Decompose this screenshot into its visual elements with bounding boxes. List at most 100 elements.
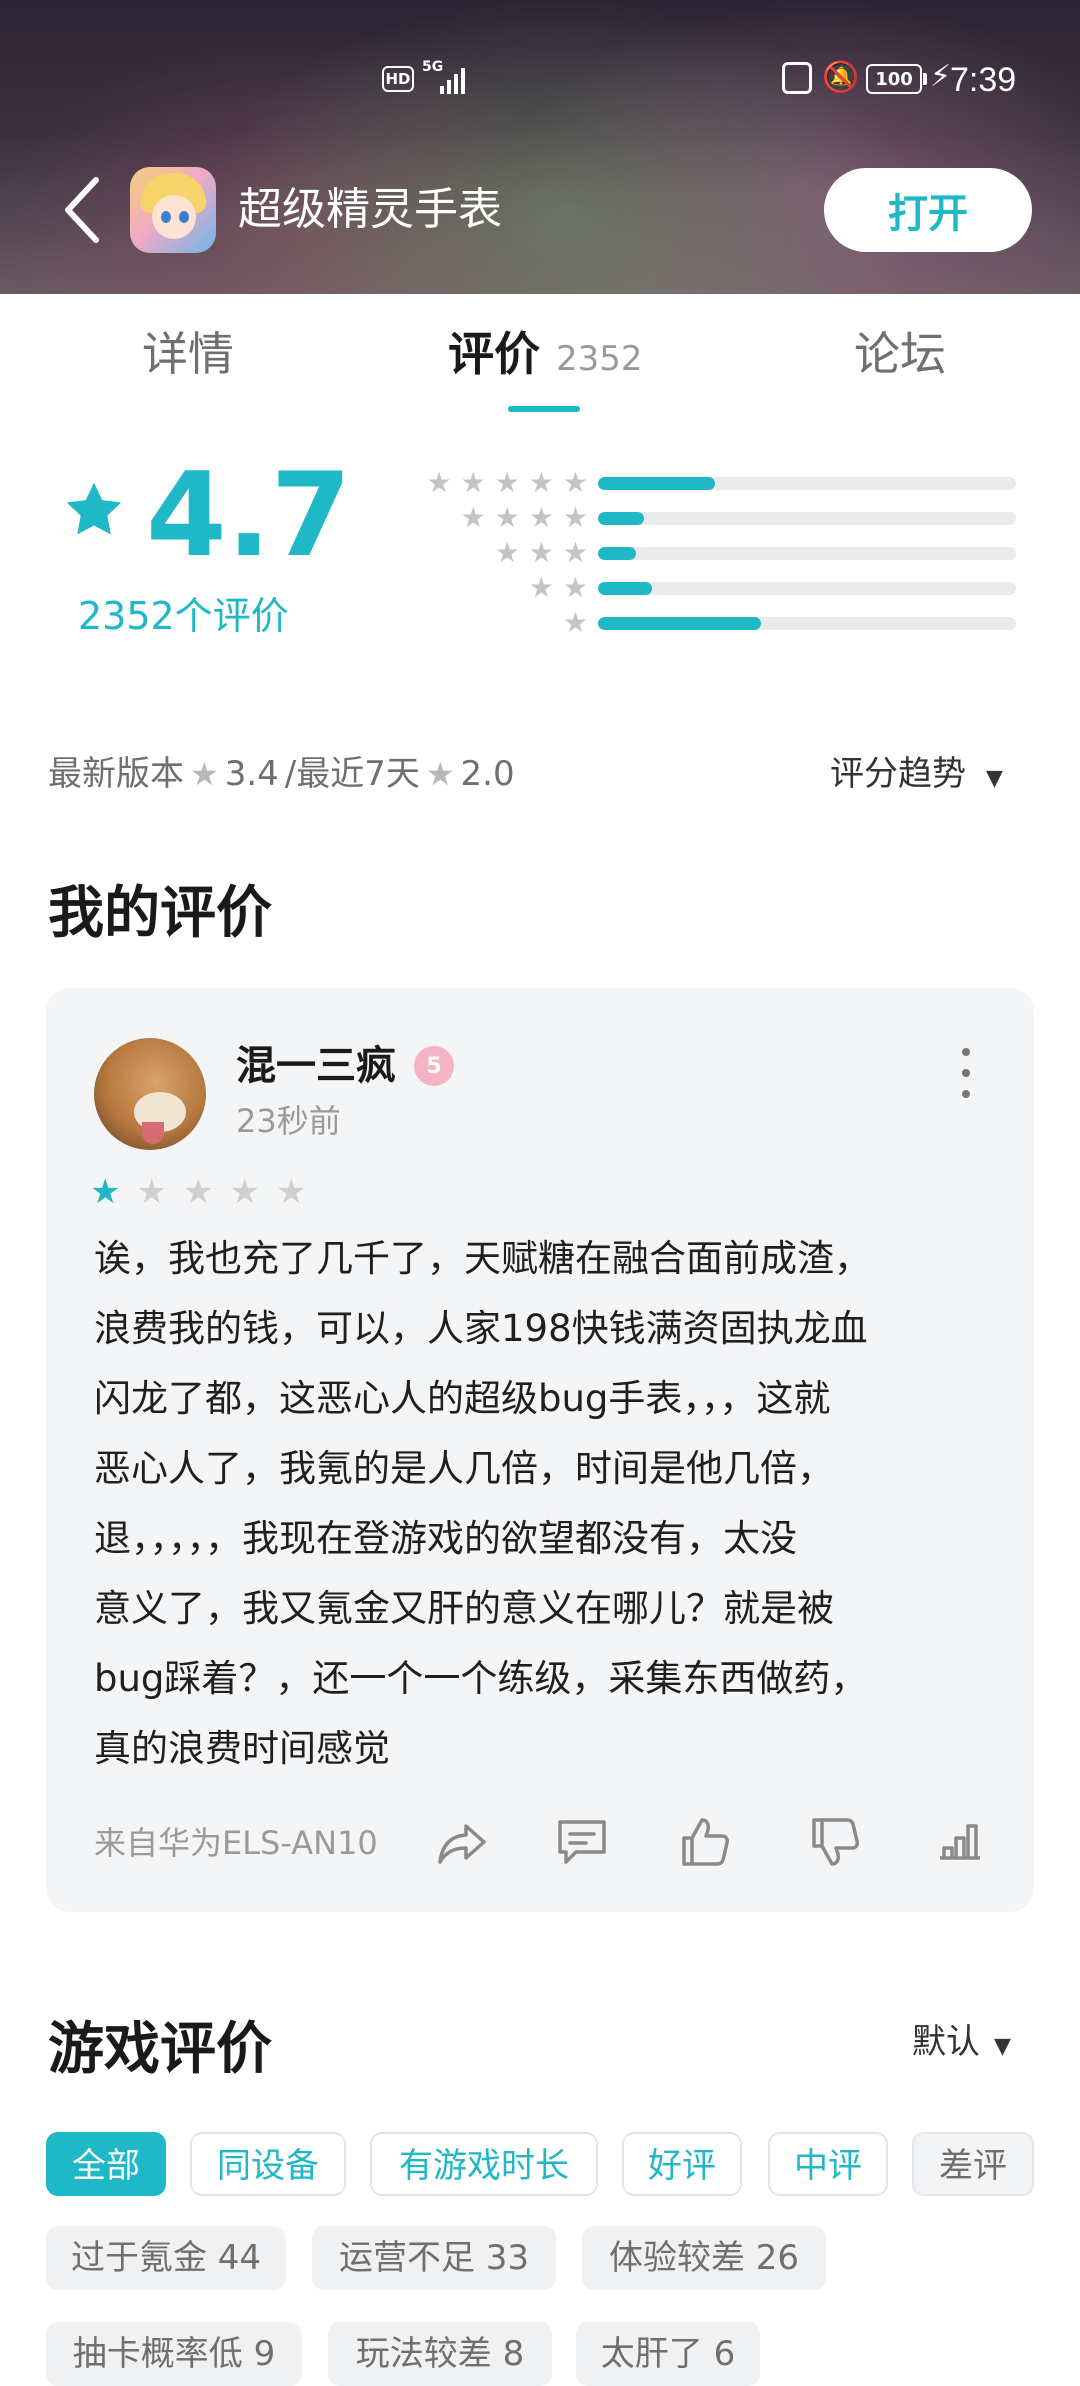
like-button[interactable] bbox=[676, 1814, 732, 1870]
review-time: 23秒前 bbox=[236, 1102, 341, 1140]
star-icon: ★ bbox=[528, 501, 554, 534]
filter-all[interactable]: 全部 bbox=[46, 2132, 166, 2196]
app-icon bbox=[130, 167, 216, 253]
my-review-title: 我的评价 bbox=[48, 881, 272, 946]
rating-row-1-star: ★ bbox=[380, 605, 1016, 641]
star-icon: ★ bbox=[562, 536, 588, 569]
rating-bar-track bbox=[598, 547, 1016, 560]
tab-reviews-count: 2352 bbox=[556, 339, 643, 379]
open-button[interactable]: 打开 bbox=[824, 168, 1032, 252]
review-text-line: bug踩着？，还一个一个练级，采集东西做药， bbox=[94, 1657, 868, 1700]
more-options-button[interactable] bbox=[954, 1048, 978, 1098]
filter-negative[interactable]: 差评 bbox=[912, 2132, 1034, 2196]
sort-dropdown[interactable]: 默认 ▼ bbox=[912, 2014, 1011, 2075]
review-text: 诶，我也充了几千了，天赋糖在融合面前成渣， 浪费我的钱，可以，人家198快钱满资固… bbox=[94, 1224, 986, 1784]
review-text-line: 意义了，我又氪金又肝的意义在哪儿？就是被 bbox=[94, 1587, 834, 1630]
rating-bar-fill bbox=[598, 547, 636, 560]
level-badge: 5 bbox=[414, 1046, 454, 1086]
tag-poor-operation[interactable]: 运营不足 33 bbox=[312, 2226, 556, 2290]
share-icon bbox=[438, 1824, 486, 1864]
star-icon: ★ bbox=[528, 536, 554, 569]
rating-bar-track bbox=[598, 617, 1016, 630]
rating-row-stars: ★ ★ ★ ★ ★ bbox=[426, 465, 588, 501]
sort-label: 默认 bbox=[912, 2022, 980, 2062]
star-icon: ★ bbox=[494, 466, 520, 499]
nfc-icon bbox=[782, 62, 812, 94]
charging-icon: ⚡ bbox=[930, 59, 952, 94]
tag-poor-experience[interactable]: 体验较差 26 bbox=[582, 2226, 826, 2290]
stats-button[interactable] bbox=[932, 1814, 988, 1870]
game-reviews-title: 游戏评价 bbox=[48, 2017, 272, 2082]
review-text-line: 闪龙了都，这恶心人的超级bug手表，，，这就 bbox=[94, 1377, 831, 1420]
rating-row-3-star: ★ ★ ★ bbox=[380, 535, 1016, 571]
latest-version-label: 最新版本 bbox=[48, 754, 184, 794]
share-button[interactable] bbox=[434, 1814, 490, 1870]
star-icon: ★ bbox=[528, 571, 554, 604]
star-icon: ★ bbox=[494, 501, 520, 534]
tab-reviews-label: 评价 bbox=[448, 327, 540, 381]
version-rating: 最新版本 ★ 3.4 /最近7天 ★ 2.0 bbox=[48, 746, 515, 802]
clock: 7:39 bbox=[950, 61, 1017, 99]
rating-row-5-star: ★ ★ ★ ★ ★ bbox=[380, 465, 1016, 501]
app-header: HD 5G 🔕 100 ⚡ 7:39 超级精灵手表 打开 bbox=[0, 0, 1080, 294]
latest-version-score: 3.4 bbox=[224, 754, 279, 794]
star-icon: ★ bbox=[136, 1172, 167, 1212]
filter-has-playtime[interactable]: 有游戏时长 bbox=[370, 2132, 598, 2196]
rating-bar-track bbox=[598, 477, 1016, 490]
tab-reviews[interactable]: 评价 2352 bbox=[448, 324, 643, 389]
tag-poor-gameplay[interactable]: 玩法较差 8 bbox=[328, 2322, 552, 2386]
review-text-line: 真的浪费时间感觉 bbox=[94, 1727, 390, 1770]
dropdown-arrow-icon: ▼ bbox=[986, 766, 1003, 791]
stats-icon bbox=[940, 1824, 980, 1860]
filter-neutral[interactable]: 中评 bbox=[768, 2132, 888, 2196]
rating-bar-track bbox=[598, 582, 1016, 595]
review-text-line: 诶，我也充了几千了，天赋糖在融合面前成渣， bbox=[94, 1237, 871, 1280]
rating-bar-fill bbox=[598, 582, 653, 595]
review-device: 来自华为ELS-AN10 bbox=[94, 1824, 378, 1862]
filter-same-device[interactable]: 同设备 bbox=[190, 2132, 346, 2196]
signal-icon bbox=[440, 64, 465, 94]
rating-count: 2352个评价 bbox=[78, 594, 289, 638]
thumbs-up-icon bbox=[682, 1818, 729, 1866]
rating-score: 4.7 bbox=[146, 448, 352, 583]
tag-too-paid[interactable]: 过于氪金 44 bbox=[46, 2226, 286, 2290]
back-arrow-icon bbox=[65, 177, 99, 243]
tag-low-gacha-rate[interactable]: 抽卡概率低 9 bbox=[46, 2322, 302, 2386]
star-icon: ★ bbox=[562, 571, 588, 604]
star-icon: ★ bbox=[562, 501, 588, 534]
dislike-button[interactable] bbox=[806, 1814, 862, 1870]
rating-trend-label: 评分趋势 bbox=[830, 754, 966, 794]
reviewer-name[interactable]: 混一三疯 bbox=[236, 1038, 396, 1094]
battery-tip bbox=[923, 73, 927, 85]
tab-bar: 详情 评价 2352 论坛 bbox=[0, 294, 1080, 424]
rating-bar-track bbox=[598, 512, 1016, 525]
tab-indicator bbox=[508, 406, 580, 412]
rating-row-4-star: ★ ★ ★ ★ bbox=[380, 500, 1016, 536]
review-text-line: 恶心人了，我氪的是人几倍，时间是他几倍， bbox=[94, 1447, 834, 1490]
comment-icon bbox=[558, 1820, 606, 1864]
rating-bar-fill bbox=[598, 477, 716, 490]
recent-score: 2.0 bbox=[460, 754, 515, 794]
star-icon: ★ bbox=[182, 1172, 214, 1212]
star-icon: ★ bbox=[425, 755, 455, 793]
star-icon: ★ bbox=[275, 1172, 307, 1212]
review-stars: ★ ★ ★ ★ ★ bbox=[90, 1172, 306, 1212]
avatar[interactable] bbox=[94, 1038, 206, 1150]
app-title: 超级精灵手表 bbox=[238, 184, 502, 235]
rating-bar-fill bbox=[598, 512, 644, 525]
thumbs-down-icon bbox=[812, 1818, 859, 1866]
filter-positive[interactable]: 好评 bbox=[622, 2132, 742, 2196]
tab-forum[interactable]: 论坛 bbox=[854, 324, 946, 384]
comment-button[interactable] bbox=[554, 1814, 610, 1870]
star-icon: ★ bbox=[90, 1172, 121, 1212]
review-text-line: 退，，，，，我现在登游戏的欲望都没有，太没 bbox=[94, 1517, 797, 1560]
star-icon: ★ bbox=[426, 466, 452, 499]
tab-details[interactable]: 详情 bbox=[142, 324, 234, 384]
rating-row-stars: ★ ★ bbox=[529, 570, 588, 606]
rating-trend-dropdown[interactable]: 评分趋势 ▼ bbox=[830, 746, 1003, 807]
star-icon: ★ bbox=[190, 755, 219, 793]
back-button[interactable] bbox=[60, 170, 110, 250]
my-review-card: 混一三疯 5 23秒前 ★ ★ ★ ★ ★ 诶，我也充了几千了，天赋糖在融合面前成渣， 浪… bbox=[46, 988, 1034, 1912]
tag-too-grindy[interactable]: 太肝了 6 bbox=[576, 2322, 760, 2386]
hd-icon: HD bbox=[382, 66, 414, 92]
